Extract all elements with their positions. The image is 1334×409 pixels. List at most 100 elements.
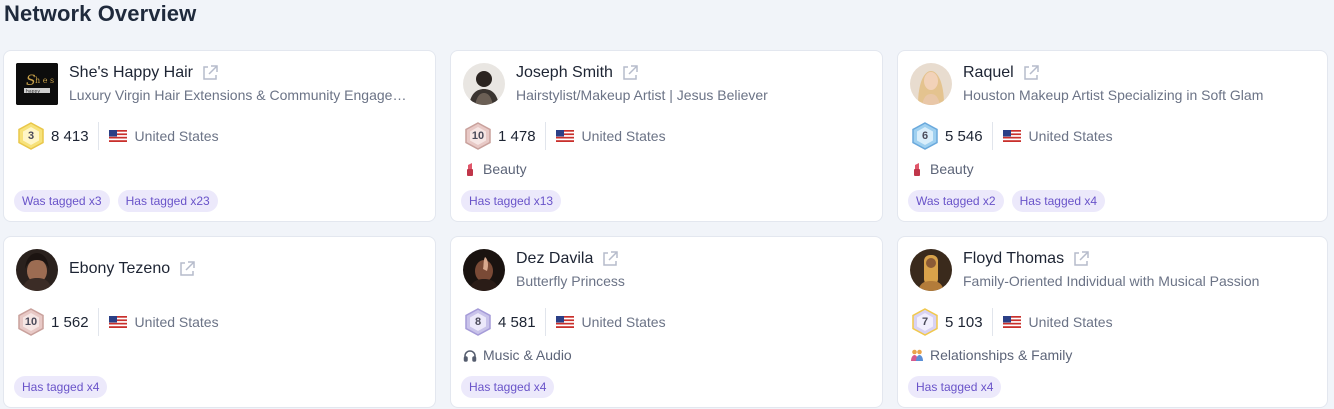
tag-badge[interactable]: Was tagged x3 [14, 190, 110, 212]
divider [991, 122, 993, 150]
tag-badge[interactable]: Has tagged x4 [461, 376, 555, 398]
country-label: United States [1028, 314, 1113, 330]
name-row: Ebony Tezeno [69, 260, 196, 278]
profile-subtitle: Luxury Virgin Hair Extensions & Communit… [69, 87, 407, 103]
profile-subtitle: Houston Makeup Artist Specializing in So… [963, 87, 1264, 103]
profile-subtitle: Butterfly Princess [516, 273, 625, 289]
profile-card[interactable]: Raquel Houston Makeup Artist Specializin… [897, 50, 1328, 222]
profile-name[interactable]: Dez Davila [516, 250, 593, 268]
us-flag-icon [1002, 316, 1021, 328]
category-row: Beauty [910, 161, 974, 177]
name-row: Floyd Thomas [963, 250, 1090, 268]
page-title: Network Overview [4, 1, 197, 26]
us-flag-icon [555, 130, 574, 142]
external-link-icon[interactable] [178, 260, 196, 278]
stats-row: 6 5 546 United States [912, 121, 1113, 151]
stats-row: 7 5 103 United States [912, 307, 1113, 337]
category-row: Beauty [463, 161, 527, 177]
rank-value: 6 [921, 130, 929, 142]
category-label: Beauty [930, 161, 974, 177]
network-cards-grid: Sh e s happy She's Happy Hair Luxury Virg… [3, 50, 1333, 408]
tag-badge[interactable]: Has tagged x13 [461, 190, 562, 212]
country-label: United States [581, 314, 666, 330]
country-label: United States [134, 314, 219, 330]
profile-card[interactable]: Ebony Tezeno 10 1 562 United States Has … [3, 236, 436, 408]
profile-card[interactable]: Dez Davila Butterfly Princess 8 4 581 Un… [450, 236, 883, 408]
profile-subtitle: Family-Oriented Individual with Musical … [963, 273, 1260, 289]
name-row: Dez Davila [516, 250, 619, 268]
profile-name[interactable]: Joseph Smith [516, 64, 613, 82]
rank-badge: 7 [912, 308, 938, 336]
external-link-icon[interactable] [1022, 64, 1040, 82]
profile-name[interactable]: She's Happy Hair [69, 64, 193, 82]
follower-count: 1 478 [498, 127, 536, 145]
divider [991, 308, 993, 336]
rank-value: 3 [27, 130, 35, 142]
avatar[interactable] [463, 249, 505, 291]
rank-badge: 8 [465, 308, 491, 336]
tag-badge[interactable]: Has tagged x4 [1011, 190, 1105, 212]
category-label: Relationships & Family [930, 347, 1073, 363]
tag-badge[interactable]: Has tagged x23 [117, 190, 218, 212]
rank-badge: 6 [912, 122, 938, 150]
external-link-icon[interactable] [1072, 250, 1090, 268]
profile-name[interactable]: Raquel [963, 64, 1014, 82]
stats-row: 10 1 478 United States [465, 121, 666, 151]
tag-list: Has tagged x4 [908, 376, 1002, 398]
couple-icon [910, 348, 924, 362]
profile-card[interactable]: Floyd Thomas Family-Oriented Individual … [897, 236, 1328, 408]
follower-count: 4 581 [498, 313, 536, 331]
avatar[interactable]: Sh e s happy [16, 63, 58, 105]
external-link-icon[interactable] [621, 64, 639, 82]
category-label: Music & Audio [483, 347, 572, 363]
svg-text:h e s: h e s [35, 76, 54, 85]
divider [544, 122, 546, 150]
category-row: Music & Audio [463, 347, 572, 363]
name-row: She's Happy Hair [69, 64, 219, 82]
external-link-icon[interactable] [201, 64, 219, 82]
stats-row: 10 1 562 United States [18, 307, 219, 337]
rank-badge: 10 [465, 122, 491, 150]
rank-badge: 3 [18, 122, 44, 150]
rank-value: 7 [921, 316, 929, 328]
tag-list: Was tagged x2 Has tagged x4 [908, 190, 1105, 212]
rank-value: 10 [471, 130, 485, 142]
country-label: United States [134, 128, 219, 144]
name-row: Joseph Smith [516, 64, 639, 82]
name-row: Raquel [963, 64, 1040, 82]
tag-list: Was tagged x3 Has tagged x23 [14, 190, 218, 212]
lipstick-icon [463, 162, 477, 176]
country-label: United States [1028, 128, 1113, 144]
tag-list: Has tagged x13 [461, 190, 562, 212]
divider [97, 122, 99, 150]
tag-list: Has tagged x4 [14, 376, 108, 398]
stats-row: 8 4 581 United States [465, 307, 666, 337]
us-flag-icon [555, 316, 574, 328]
rank-value: 8 [474, 316, 482, 328]
country-label: United States [581, 128, 666, 144]
external-link-icon[interactable] [601, 250, 619, 268]
lipstick-icon [910, 162, 924, 176]
follower-count: 8 413 [51, 127, 89, 145]
avatar[interactable] [910, 249, 952, 291]
us-flag-icon [108, 316, 127, 328]
tag-list: Has tagged x4 [461, 376, 555, 398]
category-row: Relationships & Family [910, 347, 1072, 363]
tag-badge[interactable]: Was tagged x2 [908, 190, 1004, 212]
profile-subtitle: Hairstylist/Makeup Artist | Jesus Believ… [516, 87, 768, 103]
category-label: Beauty [483, 161, 527, 177]
divider [544, 308, 546, 336]
headphones-icon [463, 348, 477, 362]
profile-card[interactable]: Sh e s happy She's Happy Hair Luxury Virg… [3, 50, 436, 222]
avatar[interactable] [463, 63, 505, 105]
profile-name[interactable]: Ebony Tezeno [69, 260, 170, 278]
avatar[interactable] [16, 249, 58, 291]
rank-badge: 10 [18, 308, 44, 336]
profile-name[interactable]: Floyd Thomas [963, 250, 1064, 268]
tag-badge[interactable]: Has tagged x4 [14, 376, 108, 398]
stats-row: 3 8 413 United States [18, 121, 219, 151]
profile-card[interactable]: Joseph Smith Hairstylist/Makeup Artist |… [450, 50, 883, 222]
tag-badge[interactable]: Has tagged x4 [908, 376, 1002, 398]
avatar[interactable] [910, 63, 952, 105]
divider [97, 308, 99, 336]
